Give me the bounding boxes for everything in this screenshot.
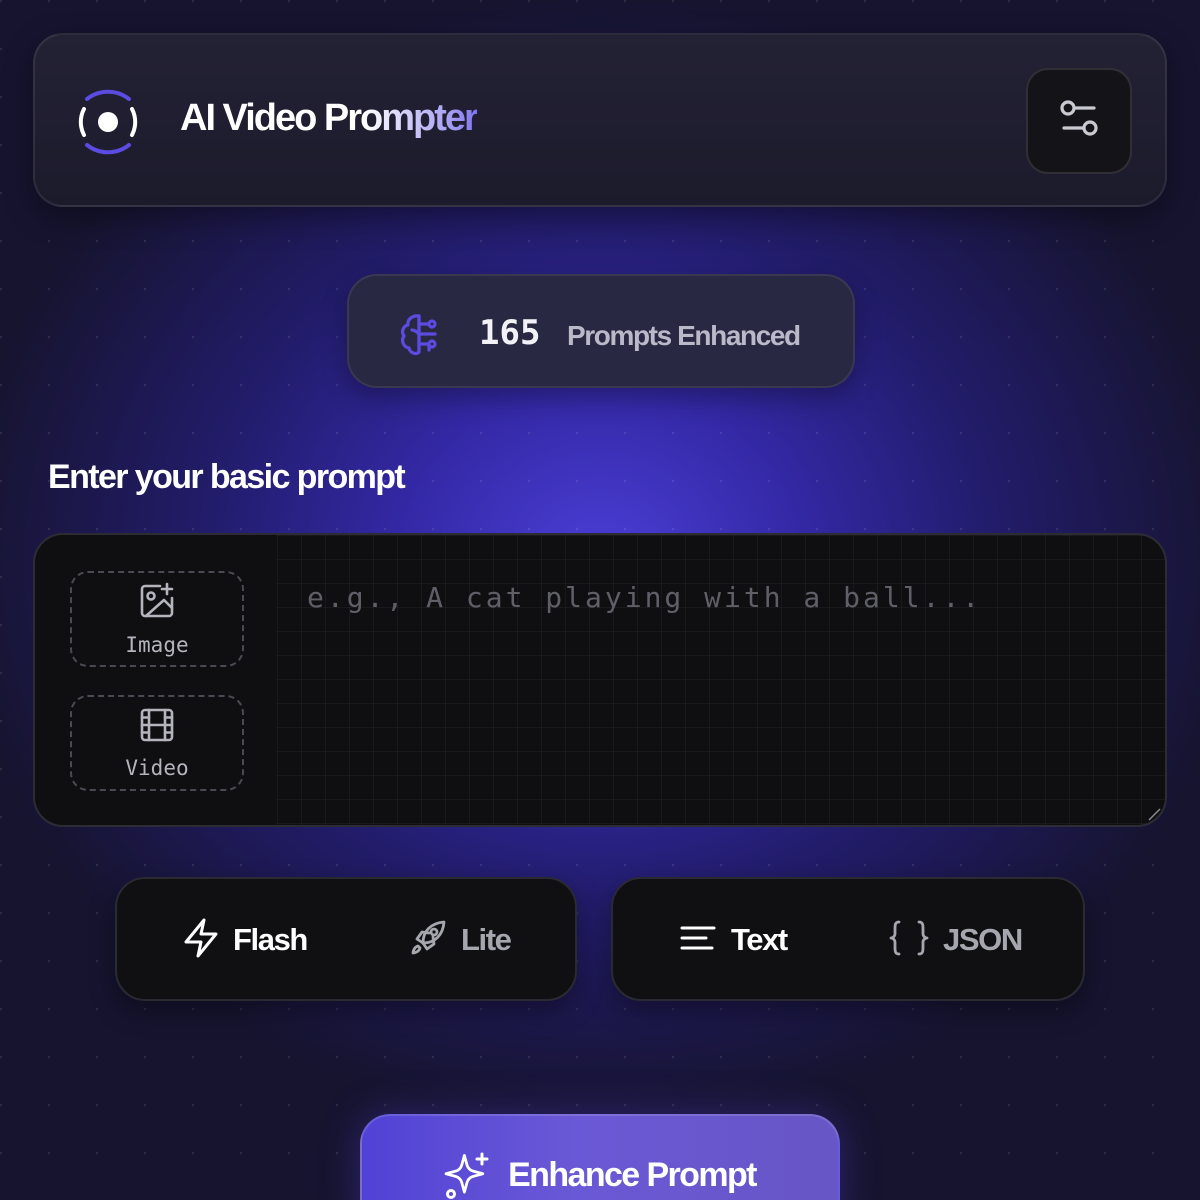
brain-icon [399, 312, 443, 356]
model-option-flash[interactable]: Flash [183, 915, 308, 965]
sliders-icon [1058, 98, 1100, 145]
enhance-prompt-label: Enhance Prompt [508, 1156, 757, 1194]
attach-video-button[interactable]: Video [70, 695, 244, 791]
braces-icon [889, 919, 929, 962]
rocket-icon [409, 919, 447, 962]
sparkles-icon [444, 1152, 492, 1200]
attach-image-button[interactable]: Image [70, 571, 244, 667]
format-toggle: Text JSON [611, 877, 1085, 1001]
format-option-text-label: Text [731, 922, 788, 957]
model-option-lite[interactable]: Lite [409, 915, 512, 965]
resize-handle-icon[interactable] [1147, 807, 1161, 821]
prompts-counter: 165 Prompts Enhanced [347, 274, 855, 388]
align-left-icon [679, 923, 717, 958]
enhance-prompt-button[interactable]: Enhance Prompt [360, 1114, 840, 1200]
record-icon [75, 79, 141, 165]
prompt-panel: Image Video [33, 533, 1167, 827]
film-icon [139, 707, 175, 748]
format-option-json-label: JSON [943, 922, 1023, 957]
app-header: AI Video Prompter [33, 33, 1167, 207]
prompt-input[interactable] [307, 581, 1147, 801]
settings-button[interactable] [1026, 68, 1132, 174]
model-option-flash-label: Flash [233, 922, 308, 957]
format-option-text[interactable]: Text [679, 915, 788, 965]
prompt-section-title: Enter your basic prompt [48, 458, 406, 496]
counter-value: 165 [479, 313, 541, 353]
format-option-json[interactable]: JSON [889, 915, 1023, 965]
image-plus-icon [138, 582, 176, 625]
counter-label: Prompts Enhanced [567, 320, 801, 351]
attach-video-label: Video [125, 755, 189, 780]
model-toggle: Flash Lite [115, 877, 577, 1001]
model-option-lite-label: Lite [461, 922, 512, 957]
app-title: AI Video Prompter [180, 97, 479, 139]
attach-image-label: Image [125, 632, 189, 657]
zap-icon [183, 918, 219, 963]
